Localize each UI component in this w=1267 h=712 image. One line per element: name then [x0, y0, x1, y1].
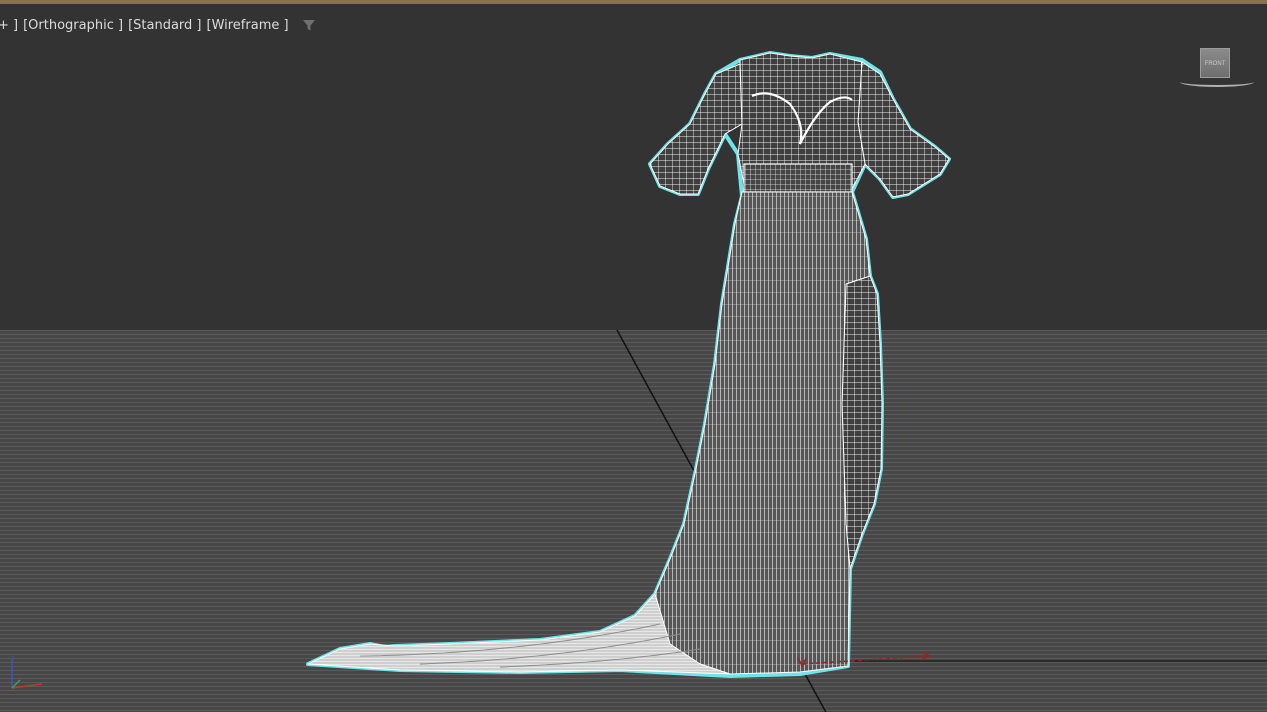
viewcube-compass-ring[interactable] — [1180, 77, 1254, 87]
sleeve-left — [649, 63, 743, 195]
axis-tripod-icon: z — [11, 656, 43, 689]
viewcube[interactable]: FRONT — [1178, 48, 1258, 88]
viewport-plus-menu[interactable]: + ] — [0, 18, 18, 33]
viewport-shading-label[interactable]: [Standard ] — [128, 18, 201, 33]
viewcube-front-face[interactable]: FRONT — [1200, 48, 1230, 78]
viewport-label-menu: + ] [Orthographic ] [Standard ] [Wirefra… — [0, 16, 316, 34]
scene-canvas[interactable] — [0, 4, 1267, 712]
viewport-front[interactable]: + ] [Orthographic ] [Standard ] [Wirefra… — [0, 0, 1267, 712]
viewport-projection-label[interactable]: [Orthographic ] — [23, 18, 123, 33]
funnel-icon[interactable] — [302, 18, 316, 32]
dress-mesh[interactable] — [306, 51, 951, 678]
svg-text:z: z — [11, 656, 14, 662]
waistband — [743, 163, 853, 193]
skirt — [654, 191, 871, 675]
viewport-display-mode-label[interactable]: [Wireframe ] — [207, 18, 289, 33]
skirt-side-panel — [841, 275, 883, 570]
sleeve-right — [857, 61, 950, 198]
